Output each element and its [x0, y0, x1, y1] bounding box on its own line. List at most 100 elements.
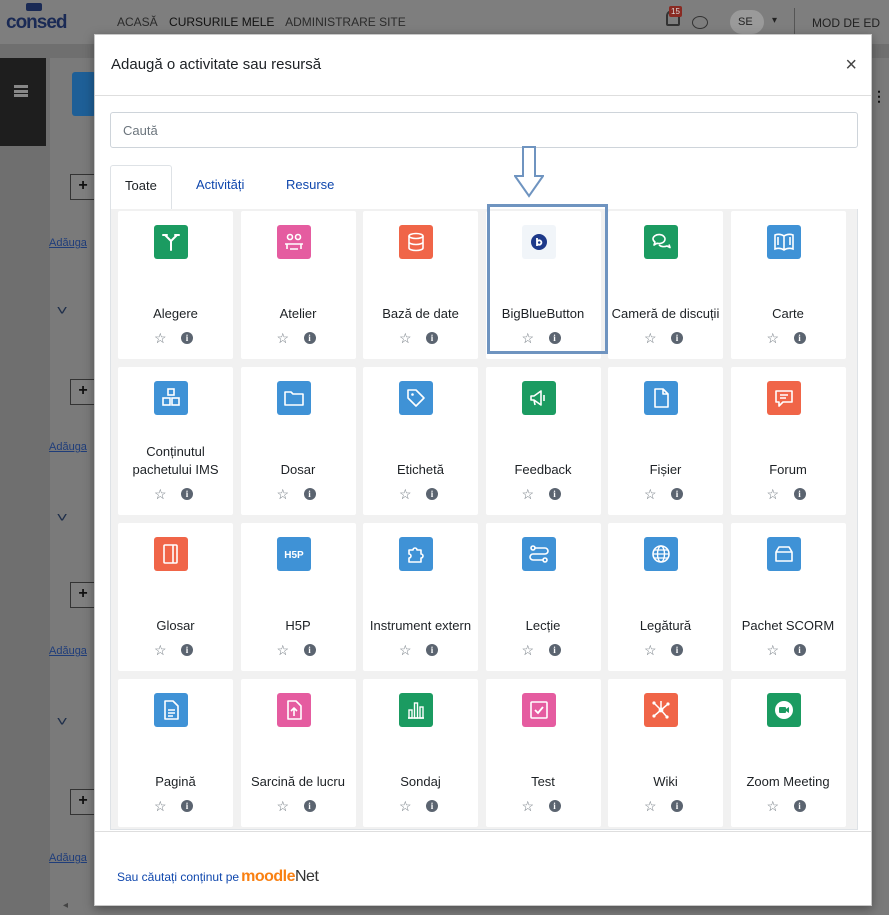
star-icon[interactable]: ☆	[522, 643, 535, 657]
site-logo[interactable]: consed	[6, 3, 68, 34]
activity-card[interactable]: Feedback ☆ i	[485, 367, 601, 515]
drawer-toggle[interactable]	[0, 58, 46, 146]
star-icon[interactable]: ☆	[399, 799, 412, 813]
activity-card[interactable]: Glosar ☆ i	[118, 523, 233, 671]
collapse-chevron-icon[interactable]: ˅	[56, 713, 67, 729]
info-icon[interactable]: i	[671, 800, 683, 812]
star-icon[interactable]: ☆	[767, 331, 780, 345]
activity-card[interactable]: Conținutul pachetului IMS ☆ i	[118, 367, 233, 515]
tab-all[interactable]: Toate	[110, 165, 172, 210]
star-icon[interactable]: ☆	[644, 487, 657, 501]
star-icon[interactable]: ☆	[644, 331, 657, 345]
activity-card[interactable]: Instrument extern ☆ i	[363, 523, 478, 671]
star-icon[interactable]: ☆	[154, 643, 167, 657]
tab-activities[interactable]: Activități	[182, 165, 258, 209]
add-section-button[interactable]: +	[70, 789, 96, 815]
activity-card[interactable]: Legătură ☆ i	[608, 523, 723, 671]
add-activity-link[interactable]: Adăuga	[49, 852, 87, 864]
activity-card[interactable]: Bază de date ☆ i	[363, 211, 478, 359]
activity-card[interactable]: Carte ☆ i	[730, 211, 846, 359]
add-activity-link[interactable]: Adăuga	[49, 645, 87, 657]
user-menu-chevron-icon[interactable]: ▾	[772, 15, 777, 26]
info-icon[interactable]: i	[181, 800, 193, 812]
star-icon[interactable]: ☆	[154, 799, 167, 813]
info-icon[interactable]: i	[671, 332, 683, 344]
info-icon[interactable]: i	[303, 644, 316, 656]
activity-card[interactable]: Pachet SCORM ☆ i	[730, 523, 846, 671]
add-activity-link[interactable]: Adăuga	[49, 441, 87, 453]
activity-card[interactable]: Zoom Meeting ☆ i	[730, 679, 846, 827]
activity-card[interactable]: Etichetă ☆ i	[363, 367, 478, 515]
activity-card[interactable]: Atelier ☆ i	[240, 211, 356, 359]
star-icon[interactable]: ☆	[399, 331, 412, 345]
close-icon[interactable]: ×	[845, 55, 857, 75]
activity-label: Forum	[769, 462, 807, 477]
info-icon[interactable]: i	[793, 644, 806, 656]
scroll-left-icon[interactable]: ◂	[63, 900, 68, 911]
info-icon[interactable]: i	[181, 332, 193, 344]
activity-card[interactable]: Forum ☆ i	[730, 367, 846, 515]
messages-icon[interactable]	[692, 16, 708, 29]
info-icon[interactable]: i	[426, 644, 438, 656]
nav-my-courses[interactable]: CURSURILE MELE	[169, 15, 274, 29]
activity-card[interactable]: Lecție ☆ i	[485, 523, 601, 671]
activity-card[interactable]: Dosar ☆ i	[240, 367, 356, 515]
star-icon[interactable]: ☆	[399, 643, 412, 657]
nav-site-admin[interactable]: ADMINISTRARE SITE	[285, 15, 406, 29]
info-icon[interactable]: i	[548, 644, 561, 656]
star-icon[interactable]: ☆	[767, 643, 780, 657]
info-icon[interactable]: i	[303, 332, 316, 344]
info-icon[interactable]: i	[426, 488, 438, 500]
star-icon[interactable]: ☆	[522, 799, 535, 813]
info-icon[interactable]: i	[671, 488, 683, 500]
star-icon[interactable]: ☆	[399, 487, 412, 501]
user-avatar[interactable]: SE	[730, 10, 764, 34]
collapse-chevron-icon[interactable]: ˅	[56, 302, 67, 318]
activity-card[interactable]: Wiki ☆ i	[608, 679, 723, 827]
info-icon[interactable]: i	[426, 800, 438, 812]
info-icon[interactable]: i	[303, 488, 316, 500]
tab-resources[interactable]: Resurse	[272, 165, 348, 209]
star-icon[interactable]: ☆	[767, 799, 780, 813]
activity-card[interactable]: Cameră de discuții ☆ i	[608, 211, 723, 359]
activity-card[interactable]: Sondaj ☆ i	[363, 679, 478, 827]
activity-card[interactable]: Sarcină de lucru ☆ i	[240, 679, 356, 827]
activity-card[interactable]: H5P H5P ☆ i	[240, 523, 356, 671]
info-icon[interactable]: i	[303, 800, 316, 812]
more-actions-icon[interactable]: ⋮	[872, 88, 886, 105]
info-icon[interactable]: i	[426, 332, 438, 344]
info-icon[interactable]: i	[793, 332, 806, 344]
star-icon[interactable]: ☆	[644, 799, 657, 813]
nav-home[interactable]: ACASĂ	[117, 15, 158, 29]
activity-card[interactable]: Test ☆ i	[485, 679, 601, 827]
page-icon	[154, 693, 188, 727]
star-icon[interactable]: ☆	[277, 799, 290, 813]
info-icon[interactable]: i	[181, 488, 193, 500]
activity-card[interactable]: Pagină ☆ i	[118, 679, 233, 827]
add-section-button[interactable]: +	[70, 379, 96, 405]
add-activity-link[interactable]: Adăuga	[49, 237, 87, 249]
star-icon[interactable]: ☆	[154, 487, 167, 501]
collapse-chevron-icon[interactable]: ˅	[56, 509, 67, 525]
info-icon[interactable]: i	[793, 488, 806, 500]
star-icon[interactable]: ☆	[277, 487, 290, 501]
star-icon[interactable]: ☆	[277, 643, 290, 657]
info-icon[interactable]: i	[548, 800, 561, 812]
star-icon[interactable]: ☆	[644, 643, 657, 657]
activity-card[interactable]: Fișier ☆ i	[608, 367, 723, 515]
info-icon[interactable]: i	[793, 800, 806, 812]
star-icon[interactable]: ☆	[522, 487, 535, 501]
edit-mode-label[interactable]: MOD DE ED	[812, 16, 880, 30]
info-icon[interactable]: i	[671, 644, 683, 656]
star-icon[interactable]: ☆	[277, 331, 290, 345]
star-icon[interactable]: ☆	[154, 331, 167, 345]
activity-card[interactable]: Alegere ☆ i	[118, 211, 233, 359]
search-input[interactable]	[110, 112, 858, 148]
moodlenet-link[interactable]: Sau căutați conținut pe moodleNet	[117, 868, 319, 886]
add-section-button[interactable]: +	[70, 582, 96, 608]
info-icon[interactable]: i	[181, 644, 193, 656]
info-icon[interactable]: i	[548, 488, 561, 500]
modal-header: Adaugă o activitate sau resursă ×	[95, 35, 871, 96]
star-icon[interactable]: ☆	[767, 487, 780, 501]
add-section-button[interactable]: +	[70, 174, 96, 200]
